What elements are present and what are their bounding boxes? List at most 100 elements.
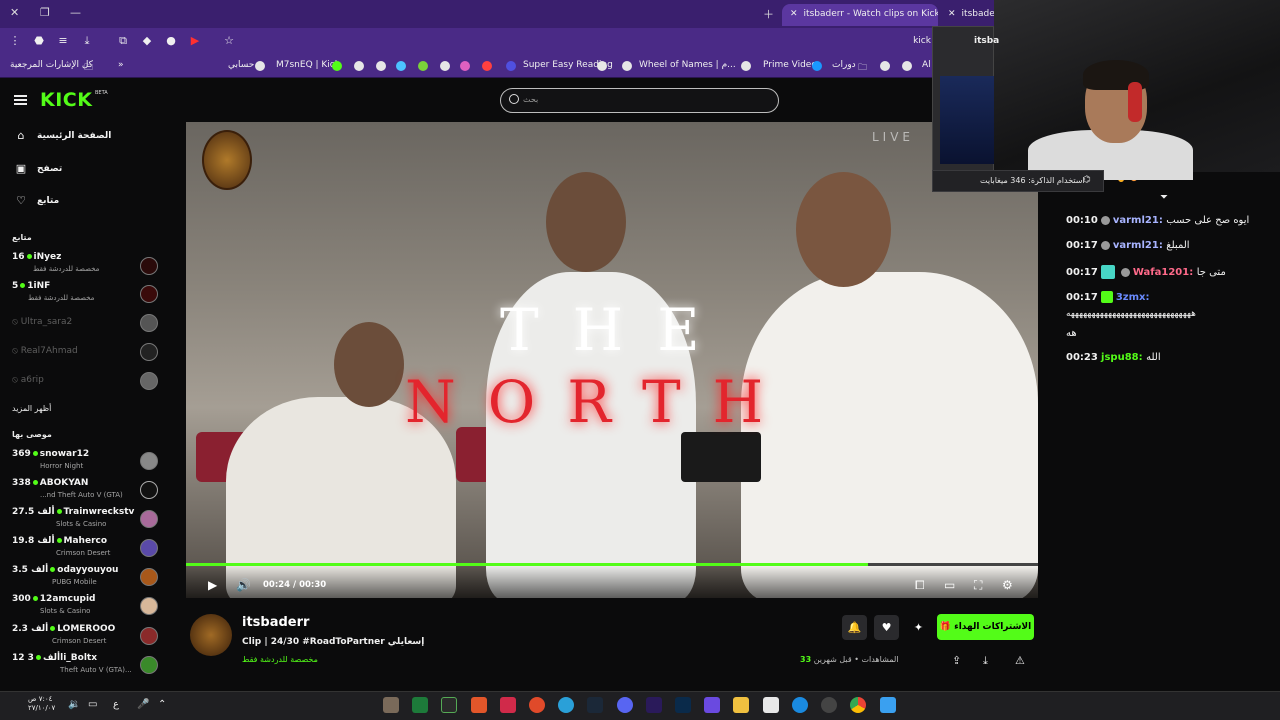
extensions-puzzle-icon[interactable]: ⧉: [116, 34, 130, 48]
streamer-name[interactable]: itsbaderr: [242, 615, 309, 630]
app-icon[interactable]: [704, 697, 720, 713]
app-icon[interactable]: [500, 697, 516, 713]
globe-icon[interactable]: [880, 61, 890, 71]
app-icon[interactable]: [383, 697, 399, 713]
youtube-extension-icon[interactable]: ▶: [188, 34, 202, 48]
share-icon[interactable]: ⇪: [952, 654, 961, 667]
globe-icon[interactable]: [902, 61, 912, 71]
bookmark-icon[interactable]: [506, 61, 516, 71]
photoshop-icon[interactable]: [675, 697, 691, 713]
bookmark-icon[interactable]: [482, 61, 492, 71]
extension-icon[interactable]: ●: [164, 34, 178, 48]
bookmark-item[interactable]: دورات: [832, 60, 856, 70]
clip-category[interactable]: مخصصة للدردشة فقط: [242, 655, 318, 664]
channel-item[interactable]: 3.5 ألف odayyouyou: [12, 565, 118, 575]
bookmark-item[interactable]: Al: [922, 60, 931, 70]
channel-item-offline[interactable]: ⦸ Ultra_sara2: [12, 317, 72, 327]
download-icon[interactable]: ⤓: [983, 654, 988, 668]
bookmark-item[interactable]: Wheel of Names | م...: [639, 60, 736, 70]
channel-item[interactable]: 19.8 ألف Maherco: [12, 536, 107, 546]
bookmark-item[interactable]: Prime Video: [763, 60, 817, 70]
channel-item-offline[interactable]: ⦸ Real7Ahmad: [12, 346, 78, 356]
extension-icon[interactable]: ◆: [140, 34, 154, 48]
bookmark-icon[interactable]: [396, 61, 406, 71]
hamburger-menu-icon[interactable]: [14, 95, 27, 105]
channel-item[interactable]: 338 ABOKYAN: [12, 478, 88, 488]
minimize-window-icon[interactable]: —: [70, 6, 81, 19]
bookmark-item[interactable]: M7snEQ | Kick: [276, 60, 340, 70]
network-icon[interactable]: ▭: [88, 699, 97, 710]
channel-item[interactable]: 16 iNyez: [12, 252, 61, 262]
fullscreen-icon[interactable]: ⛶: [974, 578, 982, 593]
tab-kick-clip[interactable]: ✕ itsbaderr - Watch clips on Kick: [782, 4, 938, 26]
chevron-up-icon[interactable]: ⌃: [158, 699, 166, 710]
chrome-icon[interactable]: [850, 697, 866, 713]
microphone-icon[interactable]: 🎤: [137, 699, 149, 710]
premiere-icon[interactable]: [646, 697, 662, 713]
taskbar-clock[interactable]: ٧:٠٤ ص ٢٧/١٠/٠٧: [28, 695, 55, 713]
search-input[interactable]: [500, 88, 779, 113]
follow-heart-button[interactable]: ♥: [874, 615, 899, 640]
bookmark-item[interactable]: حسابي: [228, 60, 254, 70]
bookmark-icon[interactable]: [460, 61, 470, 71]
tab-close-icon[interactable]: ✕: [790, 9, 798, 19]
theater-mode-icon[interactable]: ▭: [944, 578, 955, 592]
tab-close-icon[interactable]: ✕: [948, 9, 956, 19]
download-icon[interactable]: ⤓: [80, 34, 94, 48]
kick-logo[interactable]: KICK: [40, 89, 92, 111]
app-icon[interactable]: [529, 697, 545, 713]
new-tab-icon[interactable]: ＋: [763, 6, 774, 22]
report-icon[interactable]: ⚠: [1015, 654, 1025, 667]
tab-itsbaderr[interactable]: ✕itsbaderr: [940, 4, 995, 26]
channel-item[interactable]: 5 1iNF: [12, 281, 50, 291]
channel-category: مخصصة للدردشة فقط: [28, 294, 95, 302]
brave-icon[interactable]: [471, 697, 487, 713]
sparkle-icon[interactable]: ✦: [906, 615, 931, 640]
channel-item[interactable]: 2.3 ألف LOMEROOO: [12, 624, 115, 634]
play-icon[interactable]: ▶: [208, 578, 217, 592]
settings-icon[interactable]: ⚙: [1002, 578, 1013, 592]
volume-icon[interactable]: 🔊: [236, 578, 251, 592]
show-more-link[interactable]: أظهر المزيد: [12, 404, 51, 413]
menu-dots-icon[interactable]: ⋮: [8, 34, 22, 48]
filter-icon[interactable]: ⏷: [1160, 192, 1168, 203]
edge-icon[interactable]: [792, 697, 808, 713]
bookmark-icon[interactable]: [418, 61, 428, 71]
miniplayer-icon[interactable]: ⧠: [915, 578, 925, 593]
streamer-avatar[interactable]: [190, 614, 232, 656]
nav-browse[interactable]: تصفح: [37, 164, 62, 174]
windows-start-icon[interactable]: [880, 697, 896, 713]
steam-icon[interactable]: [587, 697, 603, 713]
notifications-bell-button[interactable]: 🔔: [842, 615, 867, 640]
address-bar[interactable]: kick: [912, 34, 932, 48]
excel-icon[interactable]: [412, 697, 428, 713]
all-bookmarks[interactable]: كل الإشارات المرجعية: [10, 60, 93, 70]
app-icon[interactable]: [441, 697, 457, 713]
extension-icon[interactable]: ⬣: [32, 34, 46, 48]
channel-item[interactable]: 12 ألف3li_Boltx: [12, 653, 97, 663]
channel-item-offline[interactable]: ⦸ a6rip: [12, 375, 44, 385]
language-icon[interactable]: ع: [113, 699, 119, 710]
globe-icon[interactable]: [622, 61, 632, 71]
nav-following[interactable]: متابع: [37, 196, 59, 206]
channel-item[interactable]: 369 snowar12: [12, 449, 89, 459]
globe-icon[interactable]: [376, 61, 386, 71]
gift-subs-button[interactable]: 🎁 الاشتراكات الهداء: [937, 614, 1034, 640]
globe-icon[interactable]: [354, 61, 364, 71]
chevron-more-icon[interactable]: »: [118, 60, 124, 70]
restore-window-icon[interactable]: ❐: [40, 6, 50, 19]
globe-icon[interactable]: [741, 61, 751, 71]
file-explorer-icon[interactable]: [733, 697, 749, 713]
channel-item[interactable]: 27.5 ألف Trainwreckstv: [12, 507, 134, 517]
close-window-icon[interactable]: ✕: [10, 6, 19, 19]
volume-icon[interactable]: 🔉: [68, 699, 80, 710]
discord-icon[interactable]: [617, 697, 633, 713]
nav-home[interactable]: الصفحة الرئيسية: [37, 131, 111, 141]
globe-icon[interactable]: [440, 61, 450, 71]
telegram-icon[interactable]: [558, 697, 574, 713]
bookmark-star-icon[interactable]: ☆: [222, 34, 236, 48]
store-icon[interactable]: [763, 697, 779, 713]
reading-list-icon[interactable]: ≡: [56, 34, 70, 48]
app-icon[interactable]: [821, 697, 837, 713]
channel-item[interactable]: 300 12amcupid: [12, 594, 95, 604]
